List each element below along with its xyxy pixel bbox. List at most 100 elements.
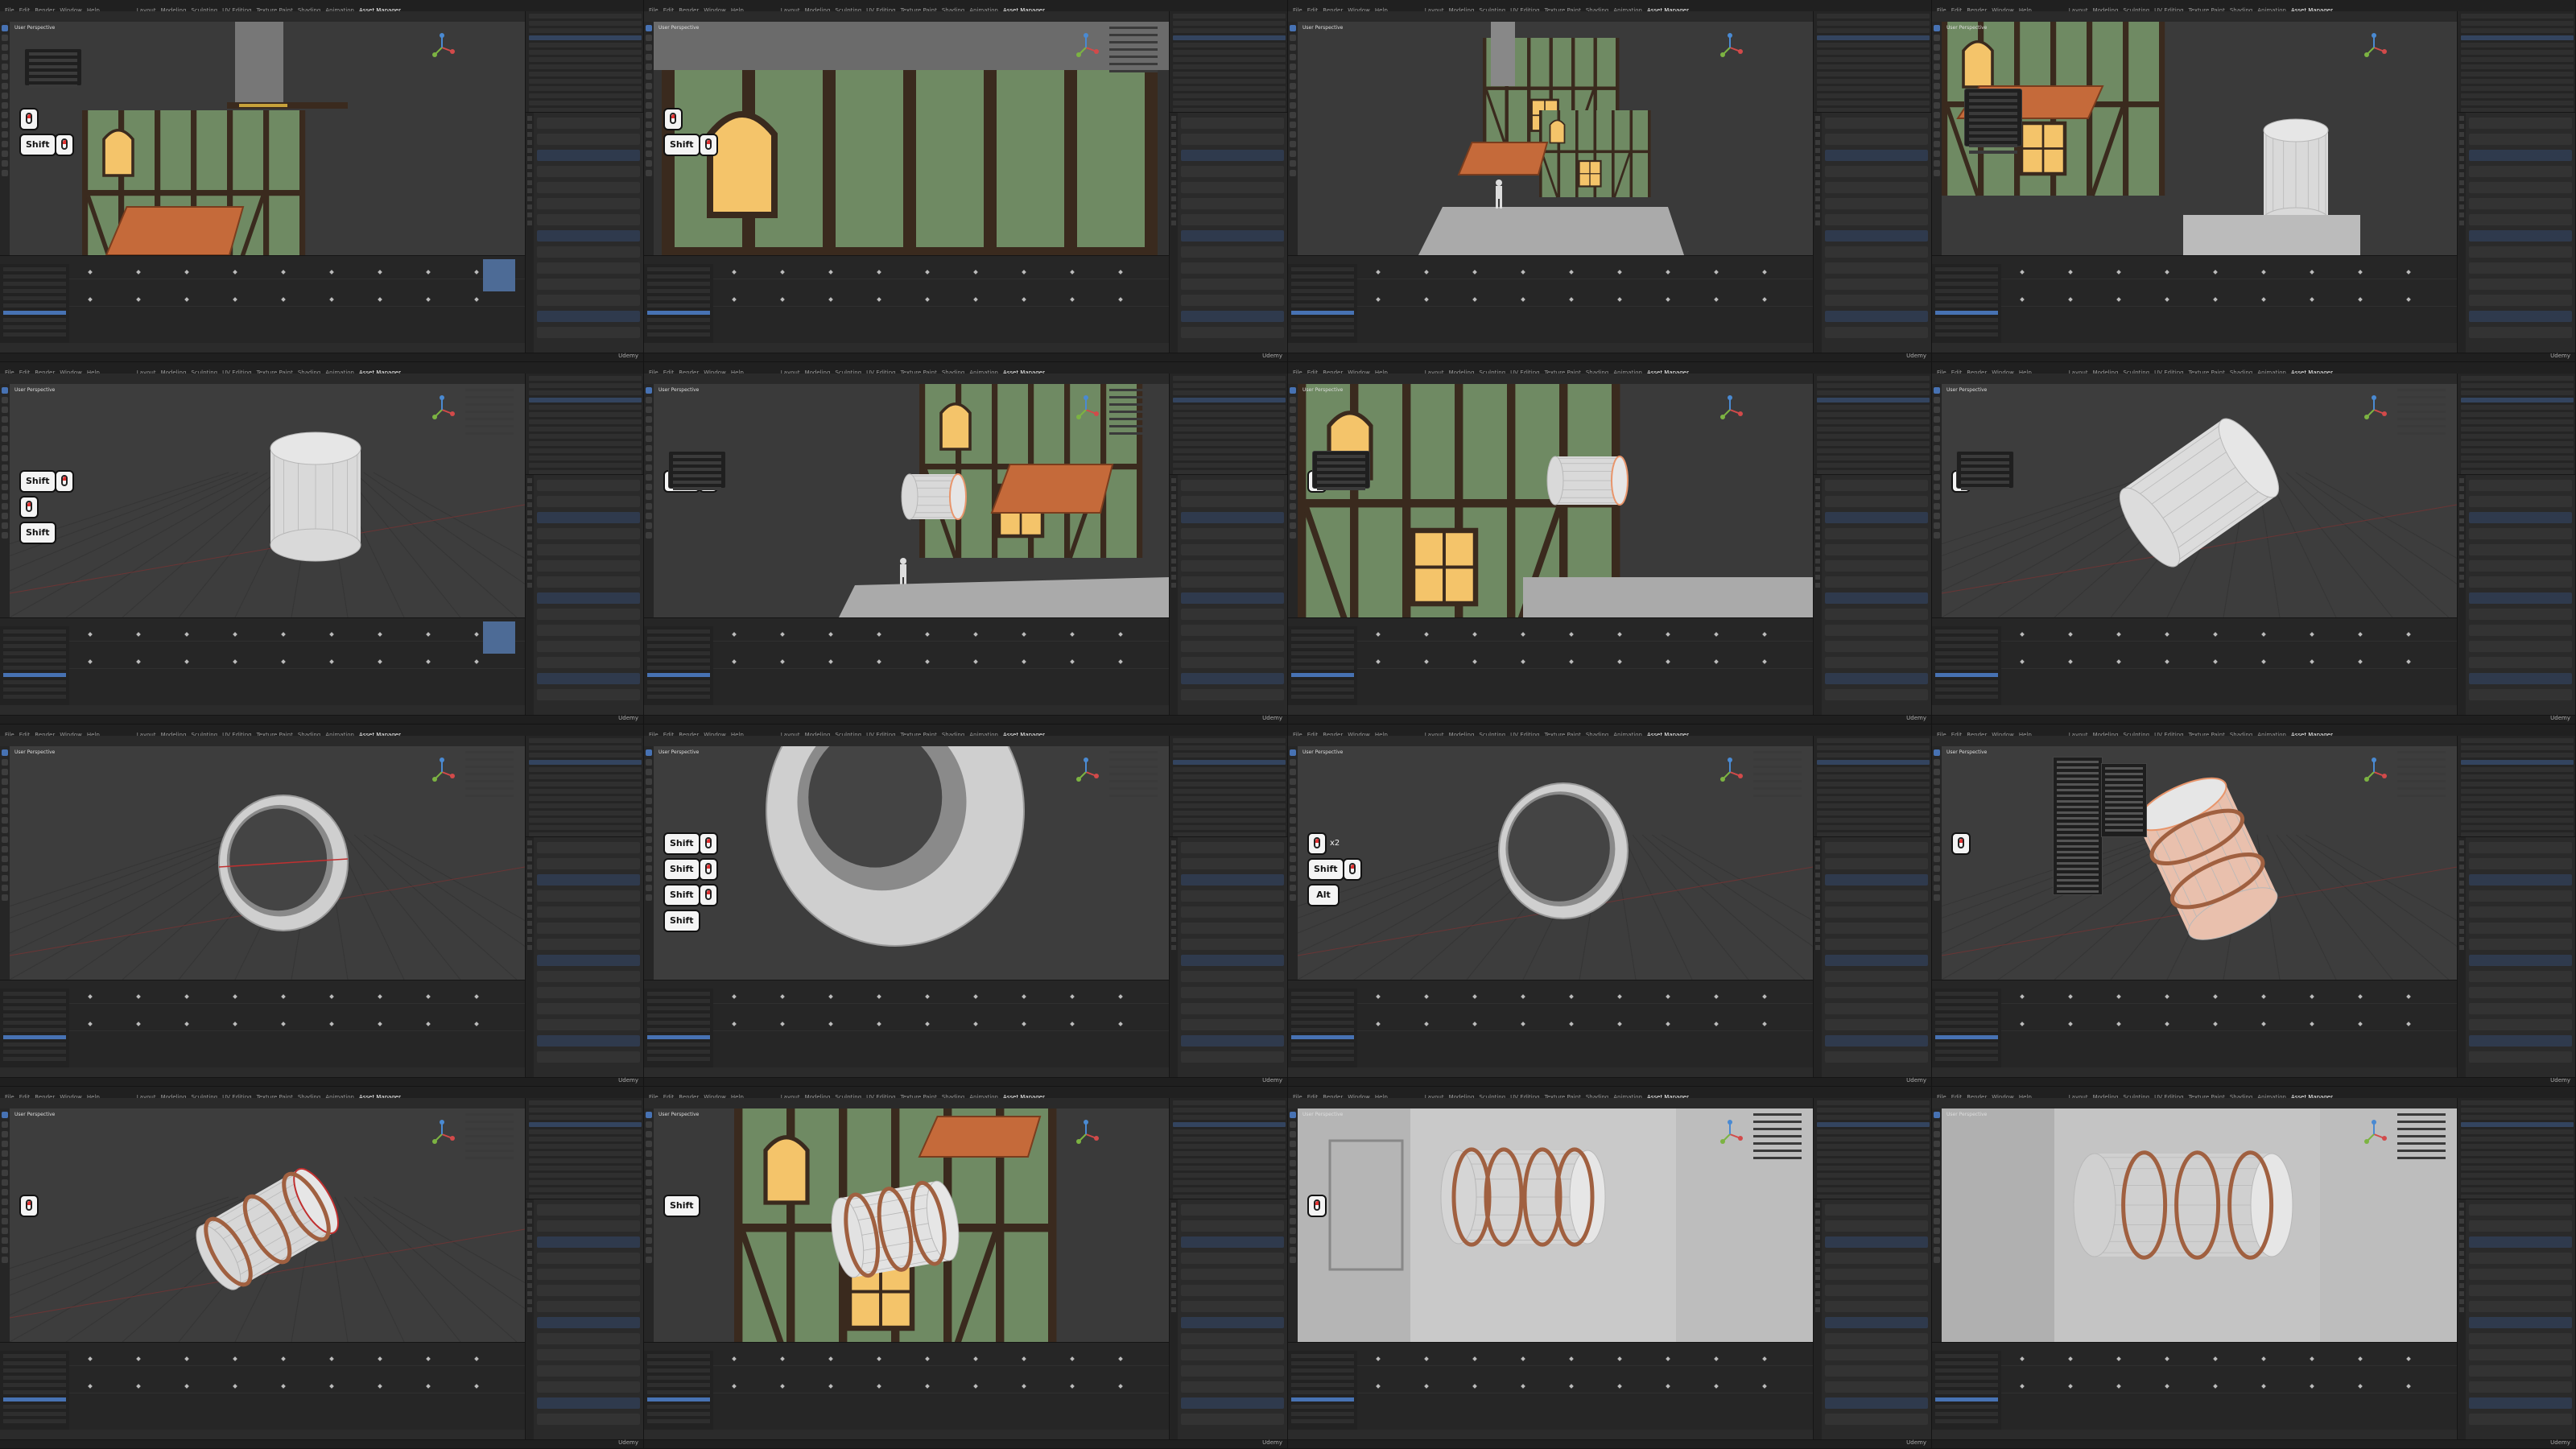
properties-tab-icon[interactable] xyxy=(1815,124,1820,129)
properties-tab-icon[interactable] xyxy=(1815,889,1820,894)
asset-list-row[interactable] xyxy=(1291,275,1354,279)
properties-tab-icon[interactable] xyxy=(527,543,532,547)
outliner-row[interactable] xyxy=(1817,79,1930,84)
outliner-row[interactable] xyxy=(1817,1100,1930,1105)
asset-list-row[interactable] xyxy=(647,1042,710,1046)
outliner-row[interactable] xyxy=(2461,782,2574,786)
tool-icon[interactable] xyxy=(1290,836,1296,843)
asset-list-row[interactable] xyxy=(3,311,66,315)
tool-icon[interactable] xyxy=(2,474,8,481)
properties-tab-icon[interactable] xyxy=(1815,535,1820,539)
properties-tab-icon[interactable] xyxy=(2459,1275,2464,1280)
properties-tab-icon[interactable] xyxy=(1171,945,1176,950)
property-field[interactable] xyxy=(2469,118,2572,129)
outliner-row[interactable] xyxy=(1817,441,1930,446)
asset-list-row[interactable] xyxy=(647,1376,710,1380)
outliner-row[interactable] xyxy=(1817,1129,1930,1134)
outliner-row[interactable] xyxy=(2461,93,2574,98)
asset-list-row[interactable] xyxy=(647,1057,710,1061)
tool-icon[interactable] xyxy=(2,1257,8,1263)
properties-tab-icon[interactable] xyxy=(527,518,532,523)
asset-list-row[interactable] xyxy=(1291,1397,1354,1402)
properties-tab-icon[interactable] xyxy=(2459,140,2464,145)
properties-tab-icon[interactable] xyxy=(527,881,532,886)
outliner-row[interactable] xyxy=(1817,1108,1930,1113)
property-field[interactable] xyxy=(1181,198,1284,209)
outliner-row[interactable] xyxy=(1817,14,1930,19)
outliner-row[interactable] xyxy=(529,825,642,830)
properties-tab-icon[interactable] xyxy=(1171,535,1176,539)
tool-icon[interactable] xyxy=(646,522,652,529)
properties-tab-icon[interactable] xyxy=(527,1211,532,1216)
tool-icon[interactable] xyxy=(2,1160,8,1166)
property-field[interactable] xyxy=(1181,1051,1284,1063)
property-field[interactable] xyxy=(1181,657,1284,668)
outliner-row[interactable] xyxy=(1173,57,1286,62)
property-field[interactable] xyxy=(2469,262,2572,274)
asset-list-row[interactable] xyxy=(1935,1405,1998,1409)
outliner-row[interactable] xyxy=(1817,803,1930,808)
asset-list-row[interactable] xyxy=(3,673,66,677)
outliner-row[interactable] xyxy=(1173,1137,1286,1141)
operator-field[interactable] xyxy=(1961,455,2009,458)
outliner-row[interactable] xyxy=(1817,72,1930,76)
outliner-row[interactable] xyxy=(2461,441,2574,446)
property-field[interactable] xyxy=(1825,512,1928,523)
properties-tab-icon[interactable] xyxy=(2459,518,2464,523)
tool-icon[interactable] xyxy=(2,131,8,138)
asset-list-row[interactable] xyxy=(647,325,710,329)
property-field[interactable] xyxy=(1181,673,1284,684)
tool-icon[interactable] xyxy=(646,387,652,394)
asset-list-row[interactable] xyxy=(1935,267,1998,271)
tool-icon[interactable] xyxy=(1934,44,1940,51)
submenu-entry[interactable] xyxy=(2105,784,2143,786)
property-field[interactable] xyxy=(1181,923,1284,934)
outliner-row[interactable] xyxy=(1173,1166,1286,1170)
outliner-row[interactable] xyxy=(1817,101,1930,105)
tool-icon[interactable] xyxy=(646,493,652,500)
properties-tab-icon[interactable] xyxy=(1815,180,1820,185)
outliner-row[interactable] xyxy=(529,774,642,779)
property-field[interactable] xyxy=(1181,134,1284,145)
outliner-row[interactable] xyxy=(1173,1180,1286,1185)
properties-tab-icon[interactable] xyxy=(1815,848,1820,853)
outliner-row[interactable] xyxy=(1817,1173,1930,1178)
tool-icon[interactable] xyxy=(1934,112,1940,118)
asset-list-row[interactable] xyxy=(647,658,710,663)
properties-tab-icon[interactable] xyxy=(1171,132,1176,137)
outliner-row[interactable] xyxy=(2461,14,2574,19)
tool-icon[interactable] xyxy=(1934,73,1940,80)
asset-list-row[interactable] xyxy=(1935,680,1998,684)
tool-icon[interactable] xyxy=(1934,817,1940,824)
outliner-row[interactable] xyxy=(529,86,642,91)
properties-tab-icon[interactable] xyxy=(1171,873,1176,877)
properties-tab-icon[interactable] xyxy=(1815,478,1820,483)
properties-tab-icon[interactable] xyxy=(1171,510,1176,515)
outliner-row[interactable] xyxy=(529,1122,642,1127)
outliner-row[interactable] xyxy=(2461,811,2574,815)
tool-icon[interactable] xyxy=(646,64,652,70)
property-field[interactable] xyxy=(1181,246,1284,258)
tool-icon[interactable] xyxy=(1290,484,1296,490)
outliner-row[interactable] xyxy=(1817,43,1930,47)
properties-tab-icon[interactable] xyxy=(1171,1227,1176,1232)
tool-icon[interactable] xyxy=(1934,1257,1940,1263)
property-field[interactable] xyxy=(1181,1397,1284,1409)
tool-icon[interactable] xyxy=(1934,93,1940,99)
outliner-row[interactable] xyxy=(529,1144,642,1149)
outliner-row[interactable] xyxy=(2461,427,2574,431)
properties-tab-icon[interactable] xyxy=(2459,164,2464,169)
outliner-row[interactable] xyxy=(1817,64,1930,69)
tool-icon[interactable] xyxy=(1934,1131,1940,1137)
properties-tab-icon[interactable] xyxy=(2459,172,2464,177)
outliner-row[interactable] xyxy=(2461,390,2574,395)
outliner-row[interactable] xyxy=(1817,50,1930,55)
property-field[interactable] xyxy=(1825,657,1928,668)
asset-list-row[interactable] xyxy=(3,1361,66,1365)
outliner-row[interactable] xyxy=(529,434,642,439)
property-field[interactable] xyxy=(537,150,640,161)
property-field[interactable] xyxy=(1181,262,1284,274)
properties-tab-icon[interactable] xyxy=(1815,221,1820,225)
tool-icon[interactable] xyxy=(646,836,652,843)
outliner-row[interactable] xyxy=(529,50,642,55)
